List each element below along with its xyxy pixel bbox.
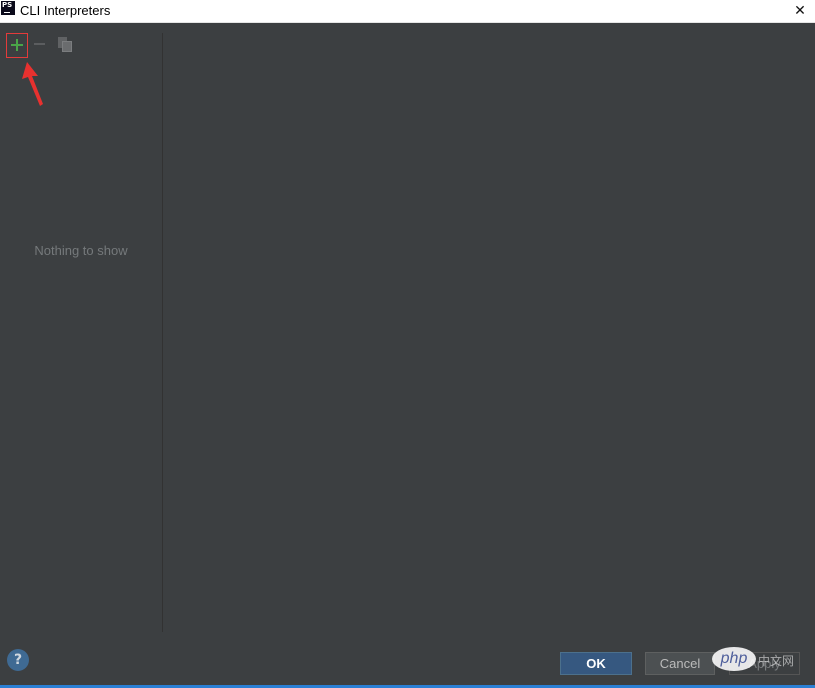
annotation-arrow	[22, 62, 43, 106]
watermark-site-text: 中文网	[758, 654, 795, 668]
php-logo: php	[712, 647, 756, 671]
ok-button[interactable]: OK	[560, 652, 632, 675]
phpstorm-app-icon: PS	[1, 1, 15, 15]
copy-interpreter-button[interactable]	[57, 36, 75, 53]
interpreter-list-panel	[0, 23, 162, 632]
add-interpreter-button[interactable]	[6, 33, 28, 58]
help-button[interactable]: ?	[7, 649, 29, 671]
cancel-button[interactable]: Cancel	[645, 652, 715, 675]
empty-list-message: Nothing to show	[34, 243, 128, 258]
title-bar: PS CLI Interpreters ✕	[0, 0, 815, 23]
window-title: CLI Interpreters	[20, 3, 111, 18]
panel-divider	[162, 33, 163, 632]
close-button[interactable]: ✕	[785, 0, 815, 22]
php-cn-watermark: php 中文网	[712, 647, 807, 673]
minus-icon	[34, 43, 45, 45]
remove-interpreter-button[interactable]	[32, 36, 48, 52]
